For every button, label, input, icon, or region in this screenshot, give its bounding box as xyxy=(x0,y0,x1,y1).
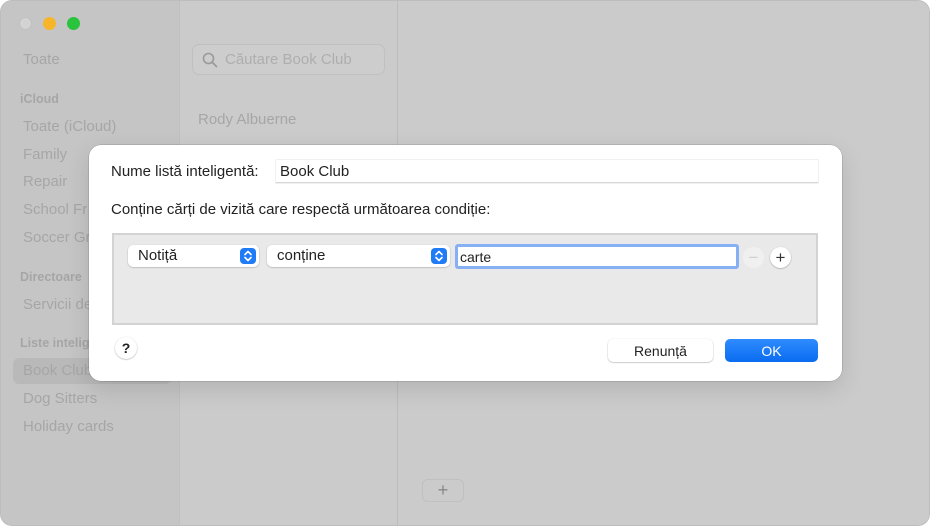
sidebar-item-school[interactable]: School Fr xyxy=(23,201,87,218)
add-contact-button[interactable]: + xyxy=(422,479,464,502)
rule-editor: Notiță conține − + xyxy=(112,233,818,325)
operator-popup[interactable]: conține xyxy=(267,245,450,267)
search-icon xyxy=(202,52,218,68)
sidebar-header-icloud: iCloud xyxy=(20,92,59,106)
field-popup-value: Notiță xyxy=(138,247,178,264)
sidebar-item-dog-sitters[interactable]: Dog Sitters xyxy=(23,390,97,407)
sidebar-item-all-icloud[interactable]: Toate (iCloud) xyxy=(23,118,116,135)
remove-rule-button[interactable]: − xyxy=(743,247,764,268)
chevron-up-down-icon xyxy=(240,248,256,264)
search-placeholder: Căutare Book Club xyxy=(225,51,352,68)
window-controls xyxy=(19,17,80,30)
chevron-up-down-icon xyxy=(431,248,447,264)
sidebar-item-directory-services[interactable]: Servicii de xyxy=(23,296,92,313)
ok-button[interactable]: OK xyxy=(725,339,818,362)
smart-list-name-input[interactable] xyxy=(276,160,818,183)
help-button[interactable]: ? xyxy=(115,337,137,359)
sidebar-header-directories: Directoare xyxy=(20,270,82,284)
cancel-button[interactable]: Renunță xyxy=(608,339,713,362)
sidebar-item-book-club[interactable]: Book Club xyxy=(23,362,92,379)
maximize-window-button[interactable] xyxy=(67,17,80,30)
sidebar-item-holiday-cards[interactable]: Holiday cards xyxy=(23,418,114,435)
smart-list-name-label: Nume listă inteligentă: xyxy=(111,163,259,180)
close-window-button[interactable] xyxy=(19,17,32,30)
contact-list-item[interactable]: Rody Albuerne xyxy=(198,111,296,128)
sidebar-item-all[interactable]: Toate xyxy=(23,51,60,68)
sidebar-header-smart-lists: Liste intelig xyxy=(20,336,90,350)
sidebar-item-family[interactable]: Family xyxy=(23,146,67,163)
rule-value-input[interactable] xyxy=(455,244,739,269)
minimize-window-button[interactable] xyxy=(43,17,56,30)
sidebar-item-soccer[interactable]: Soccer Gr xyxy=(23,229,91,246)
field-popup[interactable]: Notiță xyxy=(128,245,259,267)
search-field[interactable]: Căutare Book Club xyxy=(192,44,385,75)
smart-list-dialog: Nume listă inteligentă: Conține cărți de… xyxy=(89,145,842,381)
condition-label: Conține cărți de vizită care respectă ur… xyxy=(111,201,491,218)
sidebar-item-repair[interactable]: Repair xyxy=(23,173,67,190)
operator-popup-value: conține xyxy=(277,247,326,264)
add-rule-button[interactable]: + xyxy=(770,247,791,268)
